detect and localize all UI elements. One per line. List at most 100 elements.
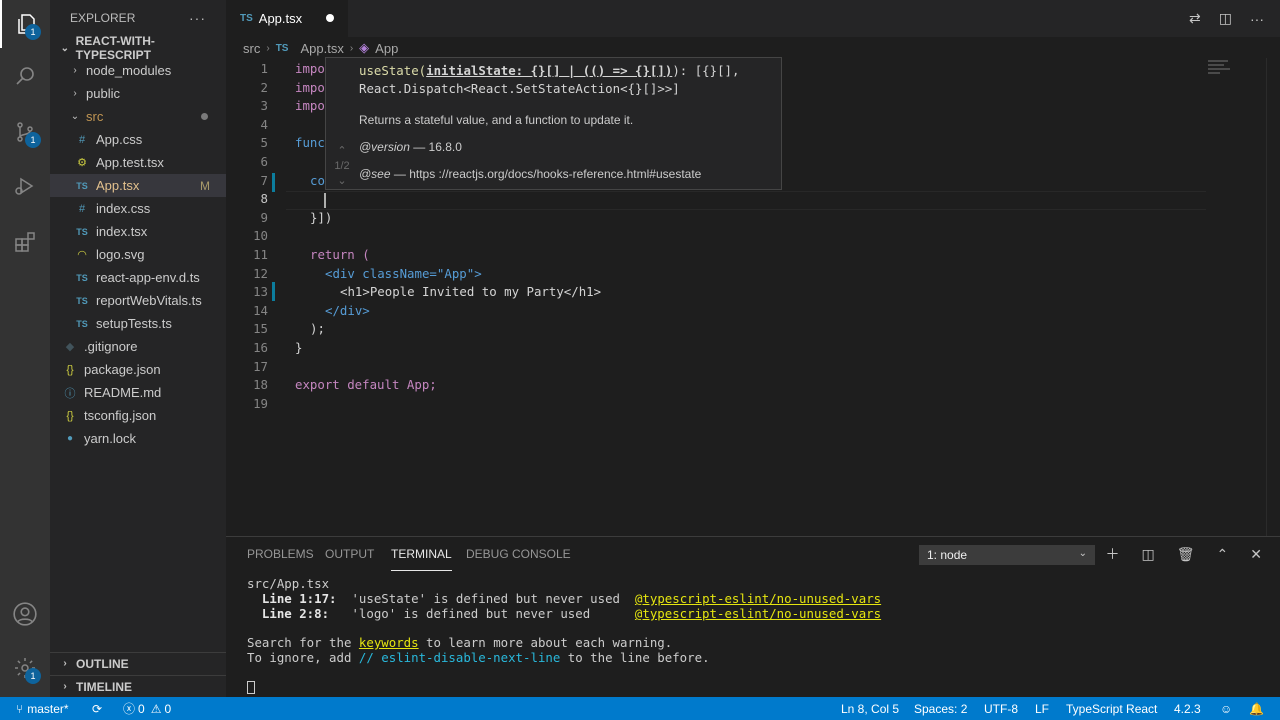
tree-item-src[interactable]: ⌄ src	[50, 105, 226, 128]
tree-item-label: index.tsx	[96, 224, 148, 239]
git-branch[interactable]: ⑂ master*	[16, 697, 69, 720]
test-file-icon: ⚙	[77, 157, 87, 169]
tree-item-index-css[interactable]: # index.css	[50, 197, 226, 220]
tree-item-app-tsx[interactable]: TS App.tsx M	[50, 174, 226, 197]
settings-gear-icon[interactable]: 1	[0, 644, 50, 692]
tree-item-label: yarn.lock	[84, 431, 137, 446]
warning-icon: ⚠	[150, 701, 162, 716]
typescript-file-icon: TS	[76, 226, 88, 237]
code-line: 13 <h1>People Invited to my Party</h1>	[253, 284, 602, 299]
breadcrumb-src[interactable]: src	[243, 41, 260, 56]
typescript-file-icon: TS	[76, 318, 88, 329]
tab-terminal[interactable]: TERMINAL	[391, 537, 452, 571]
indentation[interactable]: Spaces: 2	[914, 697, 967, 720]
tree-item-logo-svg[interactable]: ◠ logo.svg	[50, 243, 226, 266]
minimap[interactable]	[1208, 58, 1268, 88]
typescript-version[interactable]: 4.2.3	[1174, 697, 1201, 720]
feedback-icon[interactable]: ☺	[1220, 697, 1232, 720]
terminal-selector[interactable]: 1: node ⌄	[919, 545, 1095, 565]
tree-item-label: package.json	[84, 362, 161, 377]
split-editor-icon[interactable]: ◫	[1219, 10, 1232, 27]
problems-indicator[interactable]: ⓧ 0 ⚠ 0	[123, 697, 171, 720]
outline-section-header[interactable]: › OUTLINE	[50, 652, 226, 674]
timeline-label: TIMELINE	[76, 679, 132, 694]
tree-item-react-app-env[interactable]: TS react-app-env.d.ts	[50, 266, 226, 289]
breadcrumb-symbol[interactable]: App	[375, 41, 398, 56]
tab-debug-console[interactable]: DEBUG CONSOLE	[466, 537, 571, 571]
tree-item-app-test[interactable]: ⚙ App.test.tsx	[50, 151, 226, 174]
overload-nav: ⌃ 1/2 ⌄	[329, 144, 355, 189]
terminal-cursor	[247, 681, 255, 694]
tree-item-app-css[interactable]: # App.css	[50, 128, 226, 151]
end-of-line[interactable]: LF	[1035, 697, 1049, 720]
breadcrumb-file[interactable]: App.tsx	[300, 41, 343, 56]
maximize-panel-icon[interactable]: ⌃	[1217, 546, 1229, 563]
cursor-position[interactable]: Ln 8, Col 5	[841, 697, 899, 720]
encoding[interactable]: UTF-8	[984, 697, 1018, 720]
terminal-warning-line: Line 1:17: 'useState' is defined but nev…	[247, 591, 882, 606]
tree-item-index-tsx[interactable]: TS index.tsx	[50, 220, 226, 243]
more-actions-icon[interactable]: ···	[1250, 11, 1264, 27]
explorer-badge: 1	[25, 24, 41, 40]
typescript-file-icon: TS	[275, 42, 289, 54]
run-debug-icon[interactable]	[0, 162, 50, 210]
open-changes-icon[interactable]: ⇄	[1189, 10, 1201, 27]
sync-icon[interactable]: ⟳	[92, 697, 102, 720]
unsaved-dot-icon[interactable]	[326, 14, 334, 22]
tree-item-label: App.css	[96, 132, 143, 147]
modified-dot	[201, 113, 208, 120]
tab-app-tsx[interactable]: TS App.tsx	[226, 0, 348, 37]
error-icon: ⓧ	[123, 702, 136, 716]
account-icon[interactable]	[0, 590, 50, 638]
language-mode[interactable]: TypeScript React	[1066, 697, 1157, 720]
explorer-icon[interactable]: 1	[0, 0, 50, 48]
code-line: 12 <div className="App">	[253, 266, 482, 281]
notifications-bell-icon[interactable]: 🔔	[1249, 697, 1264, 720]
chevron-down-icon: ⌄	[70, 111, 80, 122]
tree-item-package-json[interactable]: {} package.json	[50, 358, 226, 381]
code-line: 19	[253, 396, 268, 411]
tree-item-public[interactable]: › public	[50, 82, 226, 105]
tree-item-yarn-lock[interactable]: ● yarn.lock	[50, 427, 226, 450]
json-file-icon: {}	[66, 409, 74, 422]
code-line: 15);	[253, 321, 325, 336]
new-terminal-icon[interactable]: ＋	[1106, 544, 1120, 564]
tree-item-setup-tests[interactable]: TS setupTests.ts	[50, 312, 226, 335]
code-line: 10	[253, 228, 268, 243]
more-actions-icon[interactable]: ···	[189, 10, 206, 26]
tree-item-node-modules[interactable]: › node_modules	[50, 59, 226, 82]
editor-scrollbar[interactable]	[1266, 58, 1280, 536]
tree-item-readme[interactable]: ⓘ README.md	[50, 381, 226, 404]
close-panel-icon[interactable]: ✕	[1250, 546, 1262, 563]
terminal-prompt[interactable]	[247, 679, 255, 694]
project-name: REACT-WITH-TYPESCRIPT	[75, 34, 155, 62]
tab-output[interactable]: OUTPUT	[325, 537, 374, 571]
trash-icon[interactable]: 🗑	[1177, 546, 1195, 563]
chevron-down-icon[interactable]: ⌄	[329, 174, 355, 189]
extensions-icon[interactable]	[0, 218, 50, 266]
tree-item-gitignore[interactable]: ◆ .gitignore	[50, 335, 226, 358]
terminal-warning-line: Line 2:8: 'logo' is defined but never us…	[247, 606, 882, 621]
code-line: 9}])	[260, 210, 333, 225]
tree-item-label: reportWebVitals.ts	[96, 293, 202, 308]
source-control-icon[interactable]: 1	[0, 108, 50, 156]
split-terminal-icon[interactable]: ◫	[1142, 546, 1155, 563]
search-icon[interactable]	[0, 52, 50, 100]
tab-problems[interactable]: PROBLEMS	[247, 537, 314, 571]
chevron-down-icon: ⌄	[1078, 548, 1087, 559]
tree-item-tsconfig[interactable]: {} tsconfig.json	[50, 404, 226, 427]
see-link[interactable]: @see — https ://reactjs.org/docs/hooks-r…	[359, 167, 701, 181]
status-bar: ⑂ master* ⟳ ⓧ 0 ⚠ 0 Ln 8, Col 5 Spaces: …	[0, 697, 1280, 720]
tree-item-label: setupTests.ts	[96, 316, 172, 331]
tree-item-label: App.tsx	[96, 178, 140, 193]
sidebar-title: EXPLORER	[70, 10, 136, 25]
info-file-icon: ⓘ	[64, 387, 76, 400]
chevron-up-icon[interactable]: ⌃	[329, 144, 355, 159]
project-section-header[interactable]: ⌄ REACT-WITH-TYPESCRIPT	[50, 34, 226, 62]
timeline-section-header[interactable]: › TIMELINE	[50, 675, 226, 697]
outline-label: OUTLINE	[76, 656, 129, 671]
tree-item-report-web-vitals[interactable]: TS reportWebVitals.ts	[50, 289, 226, 312]
css-file-icon: #	[78, 133, 86, 146]
terminal-line: src/App.tsx	[247, 576, 330, 591]
tree-item-label: react-app-env.d.ts	[96, 270, 200, 285]
